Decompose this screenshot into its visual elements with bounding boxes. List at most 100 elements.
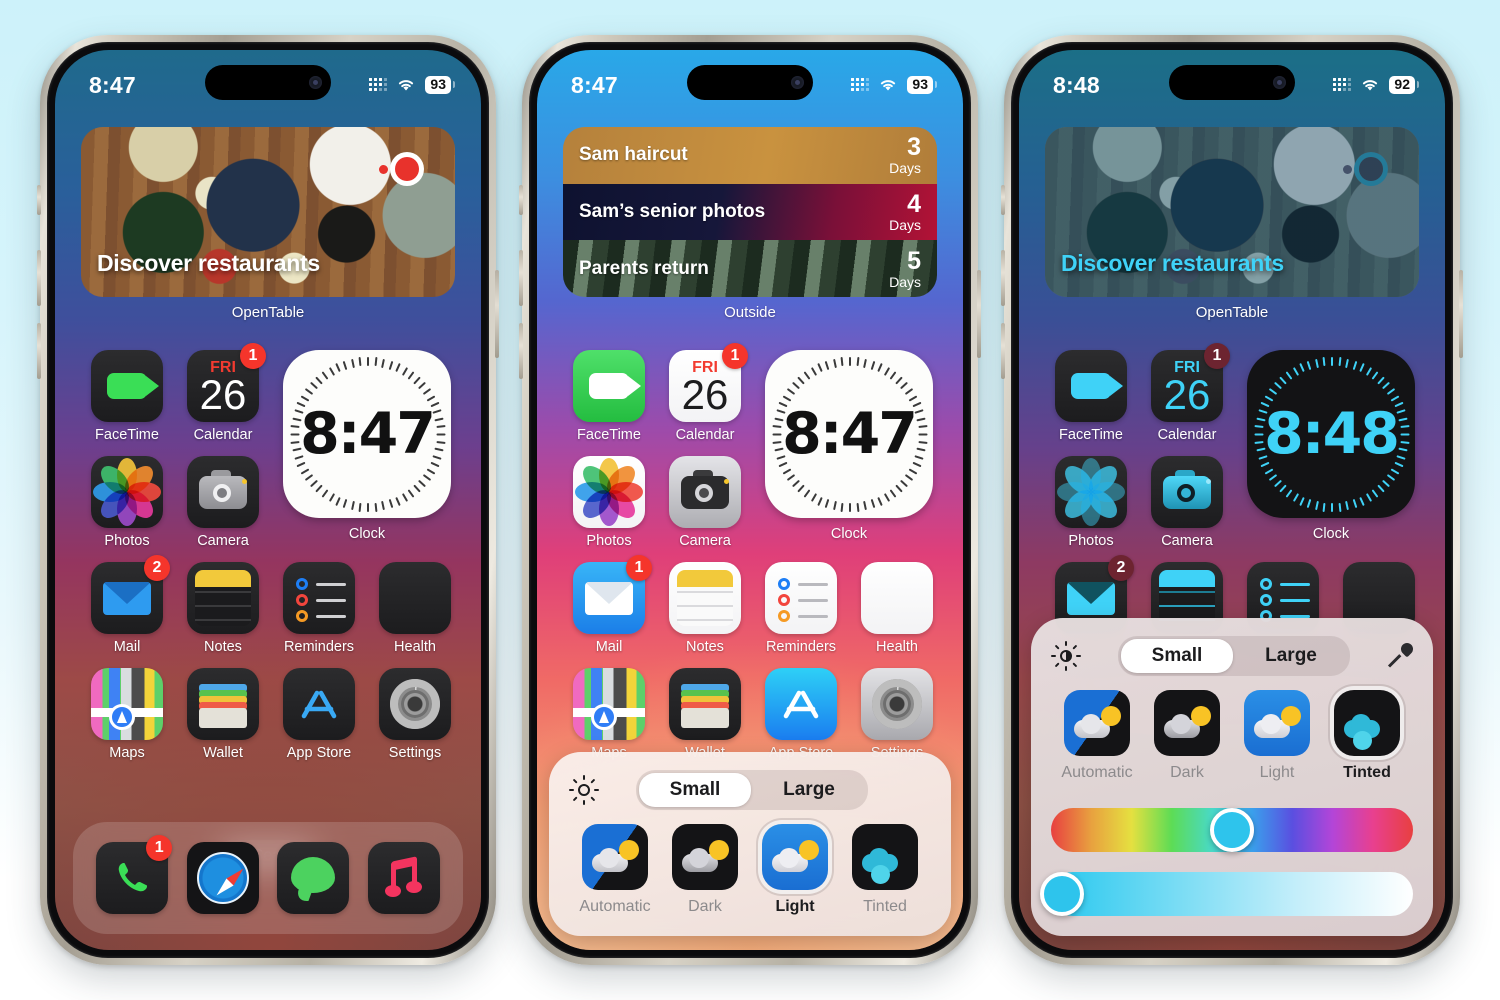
widget-label: OpenTable (1195, 304, 1269, 321)
app-maps[interactable]: Maps (79, 668, 175, 761)
power-button[interactable] (495, 270, 499, 358)
brightness-icon[interactable] (1051, 641, 1081, 671)
volume-up-button[interactable] (519, 250, 523, 306)
app-grid: FaceTime 1 FRI 26 Calendar 8:48 Clock Ph… (1043, 343, 1421, 655)
opentable-photo[interactable]: Discover restaurants (1045, 127, 1419, 297)
app-photos[interactable]: Photos (561, 456, 657, 549)
panel-top-row: Small Large (1051, 636, 1416, 676)
mode-dark[interactable]: Dark (663, 824, 747, 916)
eyedropper-icon[interactable] (1387, 640, 1416, 671)
mode-automatic[interactable]: Automatic (1055, 690, 1139, 782)
dock-safari[interactable] (183, 842, 263, 914)
segment-large[interactable]: Large (753, 773, 865, 807)
widget-clock[interactable]: 8:47 Clock (765, 350, 933, 549)
volume-up-button[interactable] (1001, 250, 1005, 306)
app-mail[interactable]: 1 Mail (561, 555, 657, 655)
mute-switch[interactable] (1001, 185, 1005, 215)
cellular-bars-icon (1333, 78, 1352, 92)
app-camera[interactable]: Camera (1139, 456, 1235, 549)
mode-label: Light (775, 898, 815, 915)
saturation-slider-knob[interactable] (1039, 872, 1084, 916)
mode-tinted[interactable]: Tinted (843, 824, 927, 916)
app-calendar[interactable]: 1 FRI 26 Calendar (175, 343, 271, 443)
app-wallet[interactable]: Wallet (657, 668, 753, 761)
segment-large[interactable]: Large (1235, 639, 1347, 673)
saturation-slider[interactable] (1039, 872, 1413, 916)
badge: 2 (1108, 555, 1134, 581)
app-facetime[interactable]: FaceTime (561, 350, 657, 443)
app-reminders[interactable]: Reminders (271, 562, 367, 655)
health-icon (861, 562, 933, 634)
size-segmented-control[interactable]: Small Large (1118, 636, 1350, 676)
app-label: Notes (686, 639, 724, 655)
mode-dark[interactable]: Dark (1145, 690, 1229, 782)
dynamic-island[interactable] (687, 65, 813, 100)
mode-light[interactable]: Light (753, 824, 837, 916)
dynamic-island[interactable] (1169, 65, 1295, 100)
countdown-row[interactable]: Sam haircut 3 Days (563, 127, 937, 184)
app-camera[interactable]: Camera (175, 456, 271, 549)
app-calendar[interactable]: 1 FRI 26 Calendar (657, 343, 753, 443)
volume-down-button[interactable] (37, 323, 41, 379)
app-settings[interactable]: Settings (367, 668, 463, 761)
app-health[interactable]: Health (367, 562, 463, 655)
app-app-store[interactable]: App Store (271, 668, 367, 761)
app-label: Mail (595, 639, 623, 655)
dynamic-island[interactable] (205, 65, 331, 100)
mode-tinted[interactable]: Tinted (1325, 690, 1409, 782)
app-label: Calendar (193, 427, 253, 443)
volume-up-button[interactable] (37, 250, 41, 306)
widget-clock[interactable]: 8:47 Clock (283, 350, 451, 549)
app-calendar[interactable]: 1 FRI 26 Calendar (1139, 343, 1235, 443)
status-indicators: 93 (851, 75, 937, 95)
segment-small[interactable]: Small (639, 773, 751, 807)
size-segmented-control[interactable]: Small Large (636, 770, 868, 810)
dock-messages[interactable] (273, 842, 353, 914)
dock-music[interactable] (364, 842, 444, 914)
volume-down-button[interactable] (1001, 323, 1005, 379)
clock-face: 8:47 (283, 350, 451, 518)
volume-down-button[interactable] (519, 323, 523, 379)
brightness-icon[interactable] (569, 775, 599, 805)
photos-icon (573, 456, 645, 528)
app-facetime[interactable]: FaceTime (79, 350, 175, 443)
countdown-list[interactable]: Sam haircut 3 Days Sam’s senior photos 4D… (563, 127, 937, 297)
opentable-photo[interactable]: Discover restaurants (81, 127, 455, 297)
app-notes[interactable]: Notes (657, 562, 753, 655)
widget-opentable[interactable]: Discover restaurants OpenTable (1045, 127, 1419, 321)
app-photos[interactable]: Photos (1043, 456, 1139, 549)
app-photos[interactable]: Photos (79, 456, 175, 549)
app-maps[interactable]: Maps (561, 668, 657, 761)
app-label: Calendar (675, 427, 735, 443)
countdown-row[interactable]: Sam’s senior photos 4 Days (563, 183, 937, 241)
app-facetime[interactable]: FaceTime (1043, 350, 1139, 443)
widget-clock[interactable]: 8:48 Clock (1247, 350, 1415, 549)
power-button[interactable] (977, 270, 981, 358)
app-app-store[interactable]: App Store (753, 668, 849, 761)
dock-phone[interactable]: 1 (92, 835, 173, 914)
app-settings[interactable]: Settings (849, 668, 945, 761)
widget-opentable[interactable]: Discover restaurants OpenTable (81, 127, 455, 321)
mode-automatic[interactable]: Automatic (573, 824, 657, 916)
app-mail[interactable]: 2 Mail (79, 555, 175, 655)
mute-switch[interactable] (519, 185, 523, 215)
mode-light[interactable]: Light (1235, 690, 1319, 782)
segment-small[interactable]: Small (1121, 639, 1233, 673)
mute-switch[interactable] (37, 185, 41, 215)
badge: 1 (1204, 343, 1230, 369)
power-button[interactable] (1459, 270, 1463, 358)
countdown-row[interactable]: Parents return 5 Days (563, 240, 937, 297)
app-label: Wallet (203, 745, 243, 761)
widget-countdown[interactable]: Sam haircut 3 Days Sam’s senior photos 4D… (563, 127, 937, 321)
app-wallet[interactable]: Wallet (175, 668, 271, 761)
notes-icon (187, 562, 259, 634)
hue-slider[interactable] (1051, 808, 1413, 852)
hue-slider-knob[interactable] (1210, 808, 1254, 852)
app-health[interactable]: Health (849, 562, 945, 655)
reminders-icon (765, 562, 837, 634)
health-icon (379, 562, 451, 634)
app-camera[interactable]: Camera (657, 456, 753, 549)
app-notes[interactable]: Notes (175, 562, 271, 655)
app-label: Health (876, 639, 918, 655)
app-reminders[interactable]: Reminders (753, 562, 849, 655)
